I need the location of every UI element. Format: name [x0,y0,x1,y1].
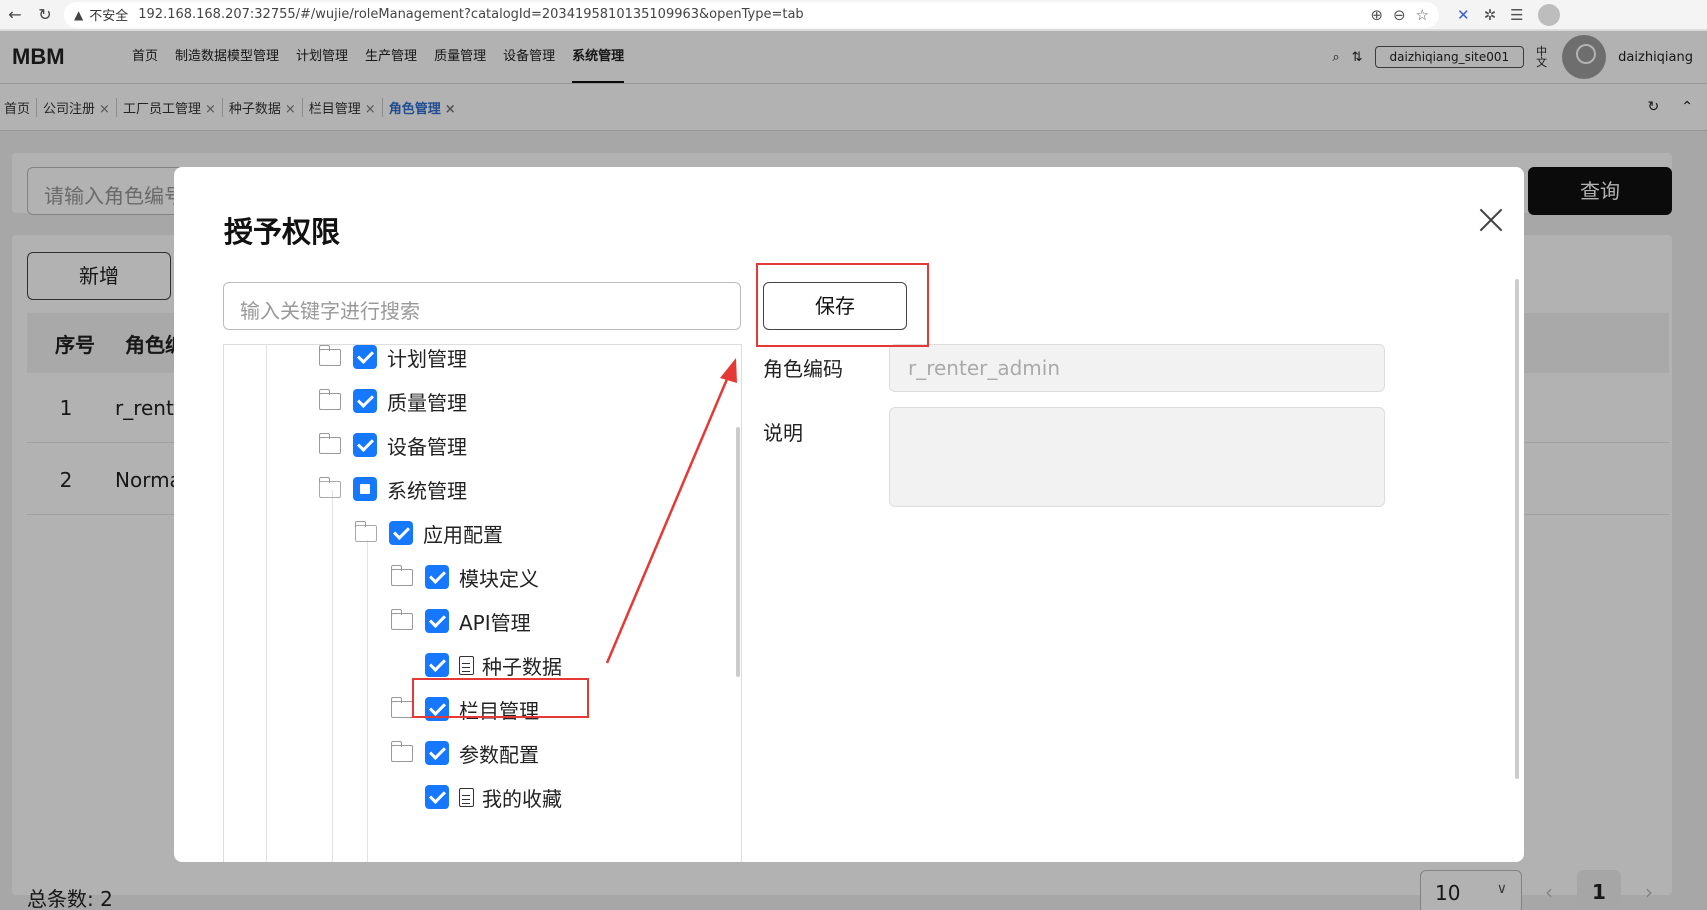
annotation-arrow [605,358,737,664]
